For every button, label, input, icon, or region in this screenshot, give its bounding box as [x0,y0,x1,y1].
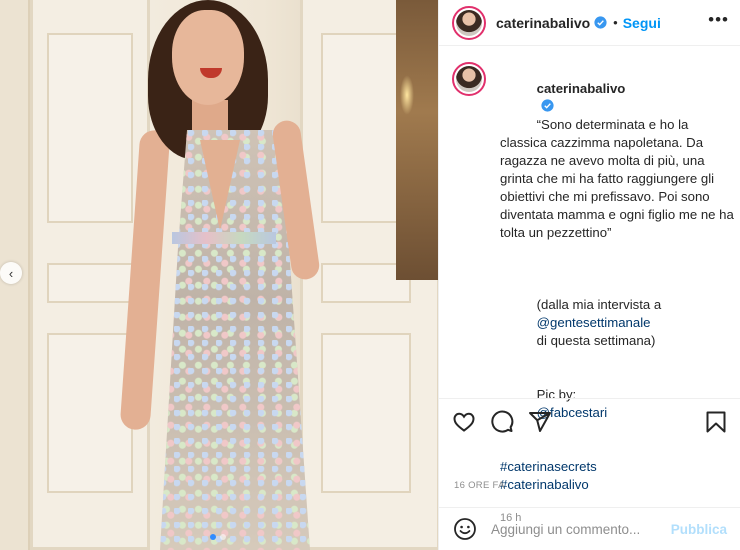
separator-dot: • [613,15,618,30]
comment-icon [491,410,514,433]
emoji-icon[interactable] [453,517,477,541]
post-header: caterinabalivo • Segui ••• [439,0,740,46]
post-sidebar: caterinabalivo • Segui ••• caterinabaliv… [438,0,740,550]
follow-button[interactable]: Segui [623,15,661,31]
background-lamp [396,0,438,280]
lamp-glow [400,75,414,115]
publish-button[interactable]: Pubblica [671,522,727,537]
avatar[interactable] [452,5,486,40]
more-options-icon[interactable]: ••• [708,11,729,28]
action-bar [439,398,740,444]
verified-badge-icon [541,99,554,112]
carousel-dot [220,534,226,540]
mention-gentesettimanale[interactable]: @gentesettimanale [537,315,651,330]
comment-button[interactable] [489,409,515,435]
face [172,10,244,105]
comment-input[interactable] [490,521,671,537]
hashtag-caterinabalivo[interactable]: #caterinabalivo [500,477,589,492]
verified-badge-icon [594,16,607,29]
caption-area: caterinabalivo “Sono determinata e ho la… [452,62,737,524]
caption-quote: “Sono determinata e ho la classica cazzi… [500,117,738,240]
save-button[interactable] [703,409,729,435]
caption-avatar[interactable] [452,62,486,96]
share-button[interactable] [527,409,553,435]
header-username[interactable]: caterinabalivo [496,15,590,31]
carousel-dots [210,534,226,540]
post-photo[interactable]: ‹ [0,0,438,550]
post-time-ago[interactable]: 16 ORE FA [454,480,505,491]
hashtag-caterinasecrets[interactable]: #caterinasecrets [500,459,597,474]
like-button[interactable] [451,409,477,435]
caption-source-prefix: (dalla mia intervista a [536,297,662,312]
chevron-left-icon[interactable]: ‹ [0,262,22,284]
carousel-dot-active [210,534,216,540]
person-figure [119,0,321,550]
left-arm [119,129,171,431]
bookmark-icon [706,411,726,432]
caption-username[interactable]: caterinabalivo [537,81,626,96]
share-icon [529,411,551,432]
caption-source-suffix: di questa settimana) [536,333,656,348]
add-comment-bar: Pubblica [439,507,740,550]
heart-icon [453,412,475,432]
dress-belt [172,232,276,244]
